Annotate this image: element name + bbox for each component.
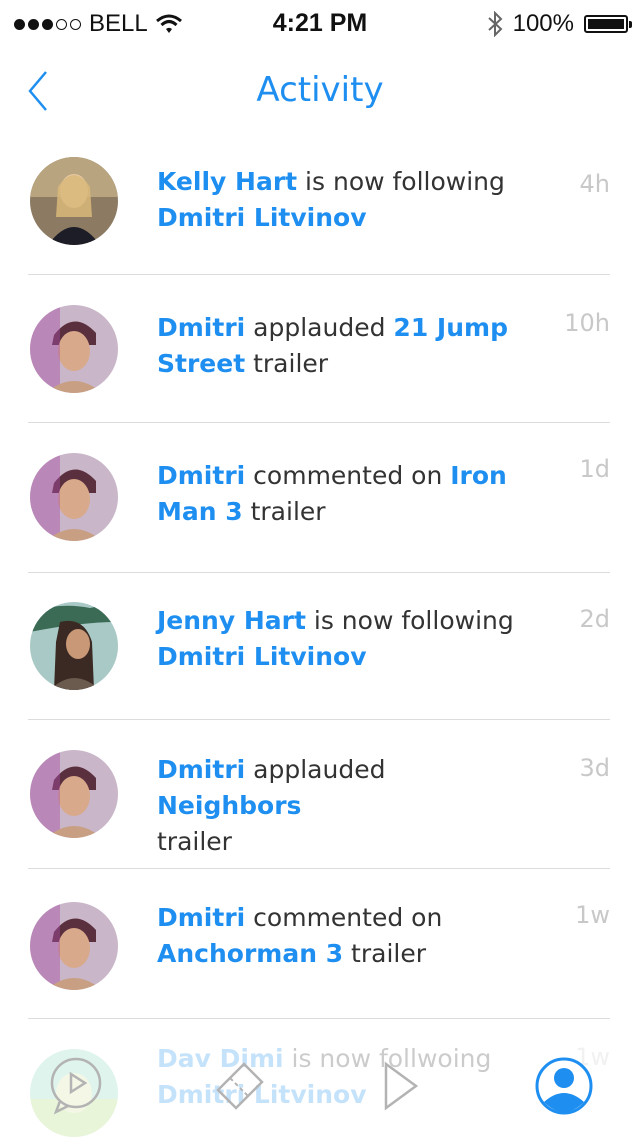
tab-play[interactable] [370,1056,430,1116]
user-link[interactable]: Dmitri [157,903,245,932]
activity-verb: is now following [297,167,505,196]
activity-verb: commented on [245,903,443,932]
activity-row[interactable]: Dmitri commented on Anchorman 3 trailer … [0,869,640,1019]
ticket-icon [216,1062,264,1110]
battery-percent: 100% [512,10,574,37]
avatar[interactable] [30,157,118,245]
tab-profile[interactable] [534,1056,594,1116]
status-bar: BELL 4:21 PM 100% [0,0,640,46]
activity-text: Dmitri applauded 21 Jump Street trailer [157,310,537,382]
activity-row[interactable]: Jenny Hart is now following Dmitri Litvi… [0,573,640,720]
activity-row[interactable]: Kelly Hart is now following Dmitri Litvi… [0,136,640,275]
avatar[interactable] [30,750,118,838]
activity-row[interactable]: Dmitri applauded 21 Jump Street trailer … [0,275,640,423]
activity-list: Kelly Hart is now following Dmitri Litvi… [0,136,640,1139]
nav-bar: Activity [0,46,640,136]
avatar[interactable] [30,305,118,393]
activity-text: Dmitri commented on Anchorman 3 trailer [157,900,537,972]
user-link[interactable]: Dmitri [157,461,245,490]
activity-time: 4h [579,170,610,198]
activity-suffix: trailer [157,827,232,856]
profile-icon [535,1057,593,1115]
activity-text: Kelly Hart is now following Dmitri Litvi… [157,164,537,236]
status-right: 100% [487,10,632,38]
user-link[interactable]: Kelly Hart [157,167,297,196]
movie-link[interactable]: Neighbors [157,791,301,820]
bluetooth-icon [487,11,503,37]
avatar[interactable] [30,453,118,541]
activity-text: Dmitri applauded Neighbors trailer [157,752,537,860]
user-link[interactable]: Jenny Hart [157,606,306,635]
activity-text: Dmitri commented on Iron Man 3 trailer [157,458,537,530]
activity-verb: applauded [245,755,386,784]
activity-verb: applauded [245,313,394,342]
avatar[interactable] [30,902,118,990]
activity-suffix: trailer [245,349,329,378]
user-link[interactable]: Dmitri Litvinov [157,203,367,232]
play-chat-icon [50,1057,102,1115]
user-link[interactable]: Dmitri [157,755,245,784]
tab-bar [0,1036,640,1136]
activity-row[interactable]: Dmitri applauded Neighbors trailer 3d [0,720,640,869]
activity-time: 2d [579,605,610,633]
activity-verb: commented on [245,461,451,490]
play-icon [384,1061,419,1111]
tab-trailers[interactable] [46,1056,106,1116]
activity-time: 3d [579,754,610,782]
user-link[interactable]: Dmitri Litvinov [157,642,367,671]
activity-row[interactable]: Dmitri commented on Iron Man 3 trailer 1… [0,423,640,573]
movie-link[interactable]: Anchorman 3 [157,939,343,968]
tab-tickets[interactable] [210,1056,270,1116]
battery-icon [584,15,632,33]
activity-suffix: trailer [343,939,426,968]
user-link[interactable]: Dmitri [157,313,245,342]
activity-text: Jenny Hart is now following Dmitri Litvi… [157,603,537,675]
activity-suffix: trailer [242,497,326,526]
avatar[interactable] [30,602,118,690]
activity-time: 1d [579,455,610,483]
page-title: Activity [256,70,384,110]
activity-time: 10h [564,309,610,337]
activity-time: 1w [575,901,610,929]
activity-verb: is now following [305,606,514,635]
